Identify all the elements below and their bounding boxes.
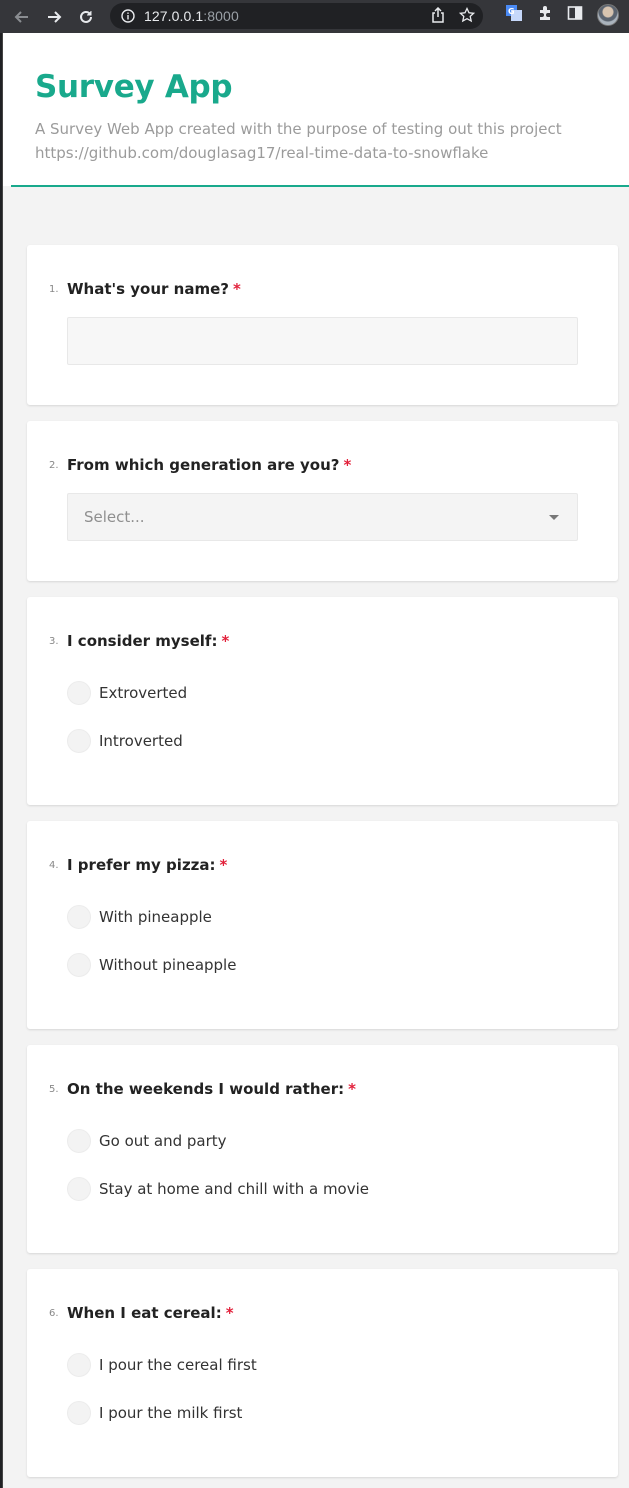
browser-toolbar: 127.0.0.1:8000 G (0, 0, 629, 33)
radio-button[interactable] (67, 1353, 91, 1377)
option-label: Go out and party (99, 1132, 227, 1150)
required-mark: * (348, 1080, 356, 1098)
question-text: I prefer my pizza: * (67, 856, 227, 874)
radio-button[interactable] (67, 905, 91, 929)
question-card-1: 1. What's your name? * (27, 245, 618, 405)
forward-icon[interactable] (44, 7, 64, 27)
radio-button[interactable] (67, 1129, 91, 1153)
question-text: What's your name? * (67, 280, 241, 298)
name-input[interactable] (67, 317, 578, 365)
question-label: I consider myself: (67, 632, 218, 650)
required-mark: * (343, 456, 352, 474)
option-label: Without pineapple (99, 956, 237, 974)
question-number: 2. (49, 460, 59, 471)
radio-button[interactable] (67, 1177, 91, 1201)
question-number: 4. (49, 860, 59, 871)
question-text: On the weekends I would rather: * (67, 1080, 356, 1098)
app-header: Survey App A Survey Web App created with… (3, 33, 629, 186)
radio-option[interactable]: With pineapple (67, 905, 212, 929)
url-host: 127.0.0.1 (144, 8, 204, 24)
question-label: From which generation are you? (67, 456, 340, 474)
info-icon[interactable] (120, 8, 136, 24)
option-label: I pour the cereal first (99, 1356, 257, 1374)
option-label: Extroverted (99, 684, 188, 702)
radio-option[interactable]: Go out and party (67, 1129, 227, 1153)
radio-button[interactable] (67, 681, 91, 705)
required-mark: * (221, 632, 230, 650)
radio-option[interactable]: Stay at home and chill with a movie (67, 1177, 369, 1201)
back-icon[interactable] (12, 7, 32, 27)
radio-option[interactable]: Extroverted (67, 681, 187, 705)
radio-option[interactable]: I pour the cereal first (67, 1353, 257, 1377)
question-number: 3. (49, 636, 59, 647)
option-label: Stay at home and chill with a movie (99, 1180, 369, 1198)
select-placeholder: Select... (84, 508, 145, 526)
option-label: With pineapple (99, 908, 212, 926)
page-content: Survey App A Survey Web App created with… (2, 33, 629, 1488)
question-label: I prefer my pizza: (67, 856, 216, 874)
page-title: Survey App (35, 69, 233, 105)
url-port: :8000 (203, 8, 239, 24)
question-number: 5. (49, 1084, 59, 1095)
option-label: I pour the milk first (99, 1404, 243, 1422)
profile-avatar[interactable] (597, 4, 619, 26)
radio-option[interactable]: Without pineapple (67, 953, 236, 977)
required-mark: * (232, 280, 241, 298)
question-card-5: 5. On the weekends I would rather: * Go o… (27, 1045, 618, 1253)
required-mark: * (225, 1304, 234, 1322)
required-mark: * (219, 856, 228, 874)
bookmark-star-icon[interactable] (458, 6, 476, 27)
translate-icon[interactable]: G (505, 4, 523, 26)
question-number: 6. (49, 1308, 59, 1319)
reload-icon[interactable] (76, 7, 96, 27)
question-card-6: 6. When I eat cereal: * I pour the cereal… (27, 1269, 618, 1477)
url-text: 127.0.0.1:8000 (144, 8, 239, 24)
caret-down-icon (549, 515, 559, 520)
question-text: From which generation are you? * (67, 456, 351, 474)
question-card-2: 2. From which generation are you? * Selec… (27, 421, 618, 581)
header-divider (11, 185, 629, 187)
generation-select[interactable]: Select... (67, 493, 578, 541)
radio-option[interactable]: I pour the milk first (67, 1401, 242, 1425)
question-card-3: 3. I consider myself: * Extroverted Intro… (27, 597, 618, 805)
question-text: When I eat cereal: * (67, 1304, 234, 1322)
extensions-icon[interactable] (537, 5, 553, 25)
question-label: What's your name? (67, 280, 229, 298)
radio-option[interactable]: Introverted (67, 729, 183, 753)
radio-button[interactable] (67, 1401, 91, 1425)
share-icon[interactable] (431, 6, 445, 27)
question-label: When I eat cereal: (67, 1304, 222, 1322)
page-description: A Survey Web App created with the purpos… (35, 120, 562, 162)
address-bar[interactable]: 127.0.0.1:8000 (110, 3, 483, 29)
svg-text:G: G (508, 7, 515, 16)
question-label: On the weekends I would rather: (67, 1080, 345, 1098)
option-label: Introverted (99, 732, 183, 750)
radio-button[interactable] (67, 729, 91, 753)
question-text: I consider myself: * (67, 632, 229, 650)
sidebar-icon[interactable] (567, 5, 583, 25)
question-card-4: 4. I prefer my pizza: * With pineapple Wi… (27, 821, 618, 1029)
question-number: 1. (49, 284, 59, 295)
radio-button[interactable] (67, 953, 91, 977)
